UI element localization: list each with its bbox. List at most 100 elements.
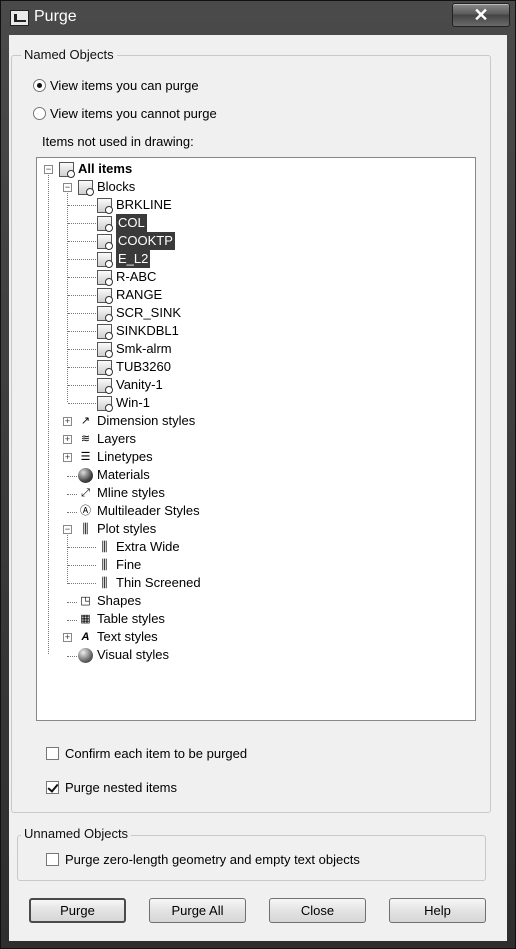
confirm-each-label: Confirm each item to be purged: [65, 746, 248, 761]
shapes-label: Shapes: [97, 593, 142, 608]
checkbox-indicator-checked: [46, 781, 59, 794]
tree-node-block[interactable]: Win-1: [97, 394, 150, 412]
tree-node-materials[interactable]: Materials: [78, 466, 150, 484]
tree-node-block[interactable]: Vanity-1: [97, 376, 163, 394]
close-button[interactable]: Close: [269, 898, 366, 923]
plot-styles-icon: [78, 522, 93, 537]
view-can-purge-radio[interactable]: View items you can purge: [33, 78, 199, 93]
linetypes-icon: ☰: [80, 451, 91, 463]
blocks-label: Blocks: [97, 179, 136, 194]
tree-guide: [68, 331, 96, 332]
tree-node-block[interactable]: Smk-alrm: [97, 340, 172, 358]
tree-node-block[interactable]: COL: [97, 214, 147, 232]
tree-node-plot-styles[interactable]: Plot styles: [78, 520, 156, 538]
shapes-icon: ◳: [80, 595, 91, 607]
tree-guide: [67, 656, 77, 657]
layers-icon: ≋: [80, 433, 91, 445]
help-button[interactable]: Help: [389, 898, 486, 923]
block-label: BRKLINE: [116, 197, 172, 212]
collapse-blocks[interactable]: −: [63, 183, 72, 192]
block-icon: [97, 395, 113, 412]
purge-nested-checkbox[interactable]: Purge nested items: [46, 780, 177, 795]
tree-node-block[interactable]: R-ABC: [97, 268, 156, 286]
tree-guide: [67, 190, 68, 402]
view-cannot-purge-label: View items you cannot purge: [50, 106, 217, 121]
block-icon: [97, 197, 113, 214]
tree-guide: [67, 620, 77, 621]
zero-length-checkbox[interactable]: Purge zero-length geometry and empty tex…: [46, 852, 360, 867]
plot-styles-label: Plot styles: [97, 521, 157, 536]
expand-text-styles[interactable]: +: [63, 633, 72, 642]
radio-indicator-off: [33, 107, 46, 120]
tree-node-blocks[interactable]: Blocks: [78, 178, 135, 196]
tree-guide: [68, 385, 96, 386]
tree-node-plot-style[interactable]: Thin Screened: [97, 574, 201, 592]
block-icon: [97, 359, 113, 376]
plot-style-label: Thin Screened: [116, 575, 201, 590]
unnamed-objects-label: Unnamed Objects: [21, 826, 132, 841]
purge-all-button[interactable]: Purge All: [149, 898, 246, 923]
mline-styles-icon: ⤢: [81, 487, 90, 499]
block-icon: [97, 305, 113, 322]
tree-node-all-items[interactable]: All items: [59, 160, 132, 178]
plot-style-icon: [97, 576, 112, 591]
autocad-app-icon: [10, 10, 29, 26]
tree-node-mline-styles[interactable]: ⤢ Mline styles: [78, 484, 165, 502]
block-icon: [97, 233, 113, 250]
tree-node-linetypes[interactable]: ☰ Linetypes: [78, 448, 153, 466]
tree-node-plot-style[interactable]: Extra Wide: [97, 538, 180, 556]
close-window-button[interactable]: ✕: [452, 3, 510, 27]
view-cannot-purge-radio[interactable]: View items you cannot purge: [33, 106, 217, 121]
block-label: E_L2: [116, 250, 151, 268]
block-label: Vanity-1: [116, 377, 163, 392]
tree-node-text-styles[interactable]: A Text styles: [78, 628, 158, 646]
title-bar[interactable]: Purge ✕: [1, 1, 515, 35]
tree-node-block[interactable]: E_L2: [97, 250, 151, 268]
purge-dialog: Purge ✕ Named Objects View items you can…: [0, 0, 516, 949]
tree-guide: [68, 565, 96, 566]
tree-guide: [68, 277, 96, 278]
plot-style-icon: [97, 558, 112, 573]
dialog-body: Named Objects View items you can purge V…: [9, 35, 507, 941]
collapse-all-items[interactable]: −: [44, 165, 53, 174]
purge-button[interactable]: Purge: [29, 898, 126, 923]
tree-node-block[interactable]: SINKDBL1: [97, 322, 179, 340]
block-label: R-ABC: [116, 269, 157, 284]
purge-nested-label: Purge nested items: [65, 780, 178, 795]
table-styles-label: Table styles: [97, 611, 165, 626]
block-icon: [97, 341, 113, 358]
tree-node-table-styles[interactable]: ▦ Table styles: [78, 610, 165, 628]
block-icon: [97, 251, 113, 268]
confirm-each-checkbox[interactable]: Confirm each item to be purged: [46, 746, 247, 761]
collapse-plot-styles[interactable]: −: [63, 525, 72, 534]
tree-node-block[interactable]: TUB3260: [97, 358, 171, 376]
linetypes-label: Linetypes: [97, 449, 153, 464]
visual-styles-sphere-icon: [78, 647, 93, 663]
tree-node-visual-styles[interactable]: Visual styles: [78, 646, 169, 664]
tree-node-multileader-styles[interactable]: Ⓐ Multileader Styles: [78, 502, 200, 520]
dimension-styles-icon: ↗: [80, 415, 91, 427]
tree-node-block[interactable]: BRKLINE: [97, 196, 172, 214]
tree-guide: [68, 583, 96, 584]
tree-guide: [67, 476, 77, 477]
tree-guide: [68, 259, 96, 260]
plot-style-icon: [97, 540, 112, 555]
tree-guide: [67, 494, 77, 495]
tree-node-block[interactable]: COOKTP: [97, 232, 175, 250]
expand-linetypes[interactable]: +: [63, 453, 72, 462]
tree-node-block[interactable]: RANGE: [97, 286, 162, 304]
expand-layers[interactable]: +: [63, 435, 72, 444]
tree-node-shapes[interactable]: ◳ Shapes: [78, 592, 141, 610]
expand-dimension-styles[interactable]: +: [63, 417, 72, 426]
block-icon: [97, 269, 113, 286]
all-items-icon: [59, 161, 75, 178]
tree-node-dimension-styles[interactable]: ↗ Dimension styles: [78, 412, 195, 430]
materials-label: Materials: [97, 467, 150, 482]
tree-guide: [48, 172, 49, 654]
tree-node-block[interactable]: SCR_SINK: [97, 304, 181, 322]
items-tree[interactable]: − All items − Blocks BRKLINE COL COOKTP E_L…: [36, 157, 476, 721]
tree-node-layers[interactable]: ≋ Layers: [78, 430, 136, 448]
tree-guide: [68, 295, 96, 296]
block-label: Win-1: [116, 395, 150, 410]
tree-node-plot-style[interactable]: Fine: [97, 556, 141, 574]
